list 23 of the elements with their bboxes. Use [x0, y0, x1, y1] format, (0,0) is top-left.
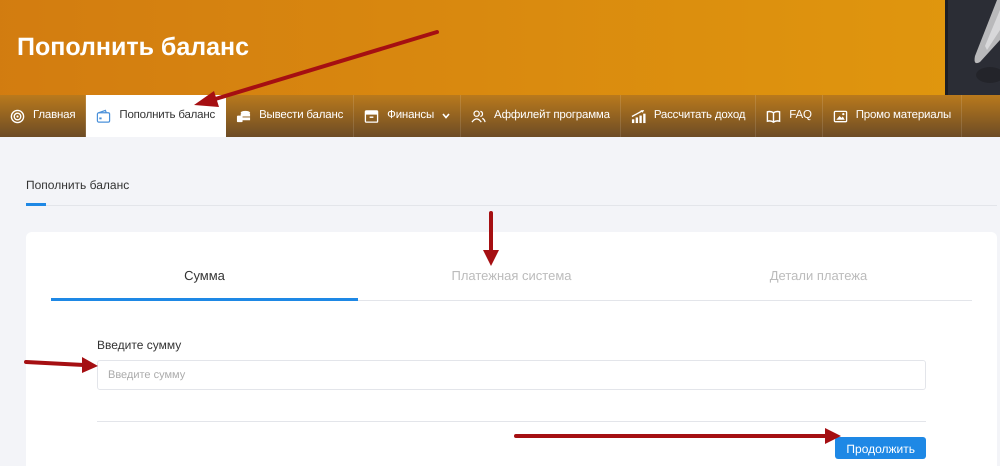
target-icon	[10, 108, 25, 124]
wallet-icon	[96, 108, 112, 124]
archive-icon	[364, 108, 380, 124]
users-icon	[471, 108, 486, 124]
nav-tab[interactable]: Рассчитать доход	[620, 95, 756, 137]
field-label: Введите сумму	[97, 336, 182, 354]
coins-icon	[236, 108, 252, 124]
nav-tab[interactable]: Промо материалы	[822, 95, 962, 137]
amount-field[interactable]: Введите сумму	[97, 360, 926, 390]
nav-tab[interactable]: Вывести баланс	[226, 95, 354, 137]
page-title: Пополнить баланс	[16, 32, 250, 63]
nav-tab[interactable]: FAQ	[756, 95, 823, 137]
bar-chart-icon	[630, 108, 646, 124]
nav-tab[interactable]: Аффилейт программа	[461, 95, 621, 137]
step-tab[interactable]: Сумма	[51, 232, 358, 300]
nav-tab[interactable]: Пополнить баланс	[86, 95, 226, 137]
image-icon	[832, 108, 848, 124]
continue-button[interactable]: Продолжить	[835, 436, 926, 458]
annotation-arrow	[483, 211, 499, 266]
section-indicator	[26, 203, 46, 206]
nav-tab[interactable]: Финансы	[354, 95, 462, 137]
book-icon	[766, 108, 782, 124]
section-title: Пополнить баланс	[26, 178, 130, 192]
